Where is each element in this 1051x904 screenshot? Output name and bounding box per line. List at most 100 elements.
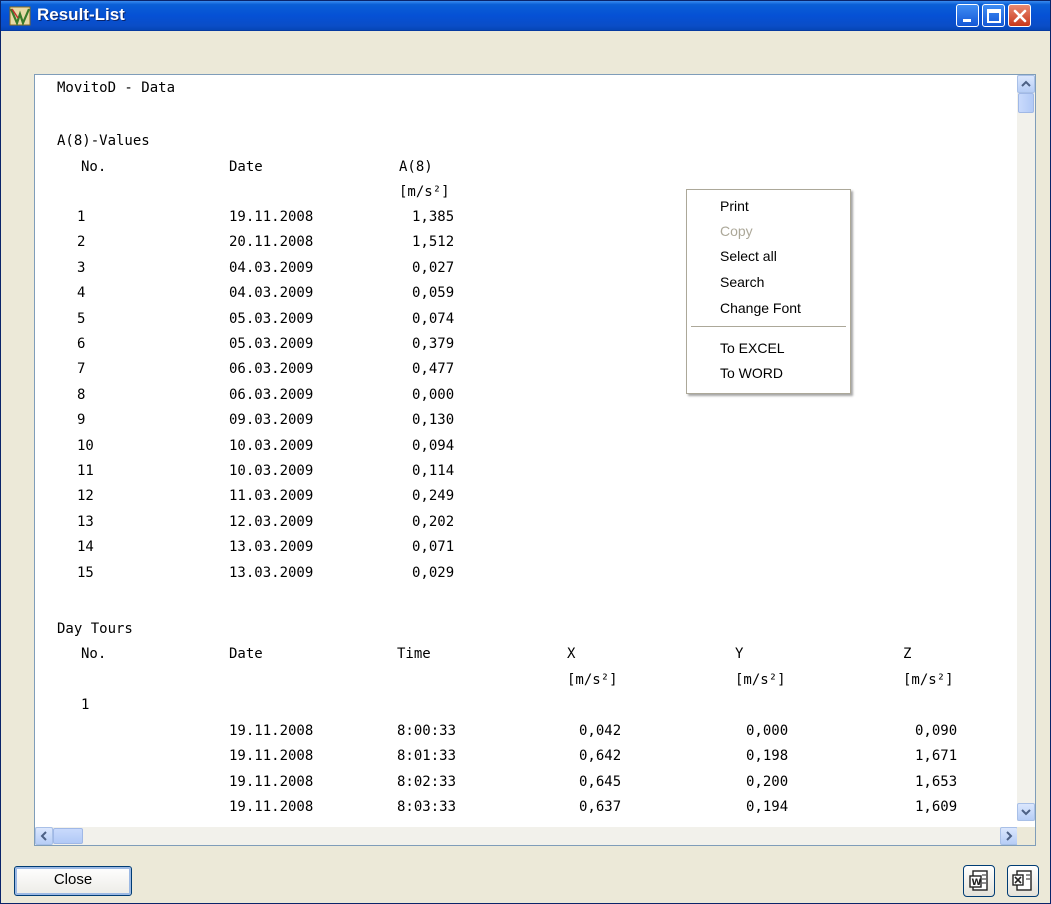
day-col-z: Z	[903, 646, 912, 662]
horizontal-scrollbar[interactable]	[35, 827, 1018, 845]
a8-row-value: 0,130	[412, 412, 455, 429]
a8-row-no: 10	[77, 437, 94, 454]
menu-item-copy: Copy	[720, 223, 753, 239]
a8-row-no: 15	[77, 564, 94, 581]
day-row-z: 1,653	[915, 773, 958, 790]
export-excel-button[interactable]	[1007, 865, 1039, 897]
a8-row-no: 1	[77, 209, 86, 225]
scrollbar-corner	[1017, 827, 1035, 845]
a8-row-date: 19.11.2008	[229, 209, 314, 225]
close-button[interactable]: Close	[14, 866, 132, 896]
a8-row-no: 2	[77, 234, 86, 251]
window-title: Result-List	[37, 5, 125, 24]
scroll-down-button[interactable]	[1017, 803, 1035, 821]
a8-row-date: 05.03.2009	[229, 310, 314, 327]
result-text[interactable]: MovitoD - Data A(8)-Values No. Date A(8)…	[35, 75, 1003, 821]
day-unit-x: [m/s²]	[567, 672, 618, 688]
day-row-z: 1,671	[915, 748, 958, 765]
a8-row-date: 13.03.2009	[229, 564, 314, 581]
day-row-time: 8:03:33	[397, 798, 457, 815]
a8-row-value: 0,094	[412, 437, 455, 454]
a8-row-date: 10.03.2009	[229, 463, 314, 479]
a8-row-date: 06.03.2009	[229, 386, 314, 403]
day-row-y: 0,200	[746, 773, 789, 790]
scroll-up-button[interactable]	[1017, 75, 1035, 93]
day-row-y: 0,198	[746, 748, 789, 765]
a8-row-no: 5	[77, 310, 86, 327]
a8-row-no: 12	[77, 488, 94, 505]
day-row-date: 19.11.2008	[229, 773, 314, 790]
day-tour-number: 1	[81, 697, 90, 713]
a8-row-no: 11	[77, 463, 94, 479]
day-row-z: 0,090	[915, 723, 958, 739]
menu-item-change-font[interactable]: Change Font	[720, 298, 801, 318]
minimize-button[interactable]	[956, 4, 979, 27]
day-row-x: 0,637	[579, 798, 622, 815]
vertical-scroll-thumb[interactable]	[1018, 93, 1034, 113]
a8-row-date: 04.03.2009	[229, 259, 314, 276]
a8-row-value: 0,249	[412, 488, 455, 505]
maximize-icon	[987, 9, 1001, 23]
a8-row-date: 10.03.2009	[229, 437, 314, 454]
a8-row-value: 0,000	[412, 386, 455, 403]
a8-row-no: 9	[77, 412, 86, 429]
menu-item-to-word[interactable]: To WORD	[720, 363, 783, 383]
horizontal-scroll-thumb[interactable]	[53, 828, 83, 844]
a8-row-no: 14	[77, 539, 94, 556]
day-col-time: Time	[397, 646, 431, 662]
day-row-time: 8:02:33	[397, 773, 457, 790]
a8-row-date: 20.11.2008	[229, 234, 314, 251]
day-row-x: 0,642	[579, 748, 622, 765]
a8-row-date: 12.03.2009	[229, 513, 314, 530]
day-col-y: Y	[735, 646, 744, 662]
close-window-button[interactable]	[1008, 4, 1031, 27]
menu-item-search[interactable]: Search	[720, 272, 764, 292]
scroll-right-button[interactable]	[1000, 827, 1018, 845]
day-unit-z: [m/s²]	[903, 672, 954, 688]
a8-row-value: 0,477	[412, 361, 455, 378]
menu-separator	[691, 326, 846, 327]
menu-item-to-excel[interactable]: To EXCEL	[720, 338, 785, 358]
a8-row-value: 0,114	[412, 463, 455, 479]
day-row-x: 0,645	[579, 773, 622, 790]
vertical-scrollbar[interactable]	[1017, 75, 1035, 821]
a8-row-no: 7	[77, 361, 86, 378]
a8-row-no: 4	[77, 285, 86, 302]
a8-section-title: A(8)-Values	[57, 133, 150, 149]
a8-col-date: Date	[229, 159, 263, 175]
day-col-x: X	[567, 646, 576, 662]
a8-row-no: 13	[77, 513, 94, 530]
chevron-down-icon	[1021, 809, 1031, 816]
day-row-y: 0,000	[746, 723, 789, 739]
day-col-no: No.	[81, 646, 107, 662]
a8-row-date: 04.03.2009	[229, 285, 314, 302]
export-word-button[interactable]: W	[963, 865, 995, 897]
minimize-icon	[963, 19, 971, 22]
a8-row-value: 0,027	[412, 259, 455, 276]
day-row-time: 8:00:33	[397, 723, 457, 739]
result-text-area[interactable]: MovitoD - Data A(8)-Values No. Date A(8)…	[34, 74, 1036, 846]
menu-item-print[interactable]: Print	[720, 196, 749, 216]
scroll-left-button[interactable]	[35, 827, 53, 845]
a8-row-value: 1,512	[412, 234, 455, 251]
day-unit-y: [m/s²]	[735, 672, 786, 688]
menu-item-select-all[interactable]: Select all	[720, 246, 777, 266]
a8-row-date: 09.03.2009	[229, 412, 314, 429]
excel-export-icon	[1012, 870, 1032, 891]
chevron-left-icon	[40, 831, 47, 841]
day-row-date: 19.11.2008	[229, 748, 314, 765]
a8-row-value: 0,029	[412, 564, 455, 581]
day-row-date: 19.11.2008	[229, 798, 314, 815]
day-tours-title: Day Tours	[57, 621, 133, 637]
day-row-y: 0,194	[746, 798, 789, 815]
a8-col-no: No.	[81, 159, 107, 175]
a8-row-date: 13.03.2009	[229, 539, 314, 556]
title-bar[interactable]: Result-List	[1, 1, 1050, 31]
svg-text:W: W	[972, 878, 982, 888]
chevron-right-icon	[1006, 831, 1013, 841]
a8-row-value: 0,071	[412, 539, 455, 556]
a8-row-value: 0,059	[412, 285, 455, 302]
maximize-button[interactable]	[982, 4, 1005, 27]
context-menu: Print Copy Select all Search Change Font…	[686, 189, 851, 394]
app-logo-icon	[9, 6, 31, 26]
